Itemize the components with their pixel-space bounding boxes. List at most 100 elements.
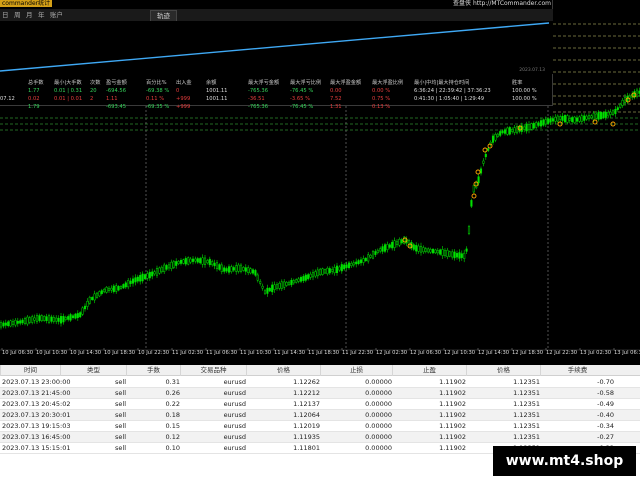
trade-marker[interactable] <box>482 147 488 153</box>
table-cell: 1.12351 <box>513 433 540 441</box>
table-cell: 0.00000 <box>365 400 392 408</box>
stats-value: 1.31 <box>330 104 342 110</box>
candle <box>412 242 415 252</box>
column-header[interactable]: 价格 <box>246 365 320 376</box>
stats-header-cell: 总手数 <box>28 80 44 86</box>
table-cell: eurusd <box>223 444 246 452</box>
candle <box>607 109 610 119</box>
candle <box>182 258 185 265</box>
window-title: commander统计 <box>0 0 53 7</box>
stats-value: -76.45 % <box>290 104 314 110</box>
candle <box>256 272 259 283</box>
menu-month[interactable]: 月 <box>26 10 33 20</box>
candle <box>237 262 240 274</box>
stats-value: -765.36 <box>248 88 269 94</box>
candle <box>110 285 113 294</box>
candle <box>388 242 391 250</box>
stats-value: 0 <box>176 88 180 94</box>
table-row[interactable]: 2023.07.13 20:45:02 sell 0.22 eurusd 1.12137… <box>0 399 640 410</box>
column-header[interactable]: 类型 <box>60 365 126 376</box>
stats-value: 7.52 <box>330 96 342 102</box>
candle <box>244 264 247 275</box>
candle <box>575 115 579 124</box>
candle <box>23 316 27 326</box>
menu-week[interactable]: 周 <box>14 10 21 20</box>
candle <box>376 248 379 255</box>
column-header[interactable]: 价格 <box>466 365 540 376</box>
x-tick-label: 11 Jul 14:30 <box>274 350 305 356</box>
candle <box>199 256 202 265</box>
x-tick-label: 10 Jul 22:30 <box>138 350 169 356</box>
table-row[interactable]: 2023.07.13 20:30:01 sell 0.18 eurusd 1.12064… <box>0 410 640 421</box>
candle <box>249 267 252 275</box>
stats-value: 100.00 % <box>512 88 537 94</box>
candle <box>7 320 10 328</box>
table-cell: eurusd <box>223 411 246 419</box>
table-cell: 0.10 <box>165 444 180 452</box>
candle <box>580 113 583 124</box>
candle <box>403 235 406 245</box>
candle <box>261 283 264 291</box>
x-tick-label: 11 Jul 18:30 <box>308 350 339 356</box>
table-row[interactable]: 2023.07.13 19:15:03 sell 0.15 eurusd 1.12019… <box>0 421 640 432</box>
candle <box>33 314 36 324</box>
brand-link[interactable]: 查盘侠 http://MTCommander.com <box>453 0 551 7</box>
candle <box>494 132 497 143</box>
candle <box>633 89 636 100</box>
column-header[interactable]: 时间 <box>0 365 60 376</box>
candle <box>191 256 195 265</box>
candle <box>583 113 586 124</box>
trade-marker[interactable] <box>471 193 477 199</box>
trade-marker[interactable] <box>475 169 481 175</box>
candle <box>88 295 91 305</box>
candle <box>21 317 24 326</box>
table-cell: sell <box>115 444 126 452</box>
table-row[interactable]: 2023.07.13 16:45:00 sell 0.12 eurusd 1.11935… <box>0 432 640 443</box>
table-cell: -0.34 <box>597 422 614 430</box>
candle <box>247 265 250 276</box>
stats-row: 1.79 -693.45 -69.35 % +999 -765.36 -76.45 % 1.… <box>0 103 553 111</box>
stats-row: 07.12 0.02 0.01 | 0.01 2 1.11 0.11 % +999 1001.… <box>0 95 553 103</box>
menu-year[interactable]: 年 <box>38 10 45 20</box>
table-cell: eurusd <box>223 433 246 441</box>
candle <box>453 249 456 261</box>
candle <box>79 311 82 319</box>
candle <box>525 121 528 134</box>
menu-day[interactable]: 日 <box>2 10 9 20</box>
candle <box>62 313 65 325</box>
column-header[interactable]: 手数 <box>126 365 180 376</box>
candle <box>208 256 211 268</box>
table-cell: 0.31 <box>165 378 180 386</box>
candle <box>59 313 63 327</box>
candle <box>599 110 603 121</box>
column-header[interactable]: 止盈 <box>392 365 466 376</box>
candle <box>28 315 31 325</box>
column-header[interactable]: 手续费 <box>540 365 614 376</box>
table-cell: sell <box>115 411 126 419</box>
table-row[interactable]: 2023.07.13 21:45:00 sell 0.26 eurusd 1.12212… <box>0 388 640 399</box>
table-cell: 1.11902 <box>439 400 466 408</box>
candle <box>499 129 502 138</box>
column-header[interactable]: 止损 <box>320 365 392 376</box>
column-header[interactable]: 交易品种 <box>180 365 246 376</box>
candle <box>309 271 312 280</box>
table-cell: -0.27 <box>597 433 614 441</box>
menu-account[interactable]: 账户 <box>50 10 63 20</box>
candle <box>93 290 96 304</box>
x-tick-label: 11 Jul 06:30 <box>206 350 237 356</box>
candle <box>64 315 67 322</box>
candle <box>9 319 12 328</box>
stats-row: 1.77 0.01 | 0.31 20 -694.56 -69.38 % 0 1001.11… <box>0 87 553 95</box>
candle <box>458 249 461 262</box>
candle <box>362 255 365 266</box>
candle <box>263 289 267 295</box>
candle <box>429 247 432 254</box>
candle <box>26 314 29 327</box>
stats-header-cell: 最小|中均|最大持仓时间 <box>414 80 470 86</box>
candle <box>621 97 624 108</box>
x-tick-label: 12 Jul 22:30 <box>546 350 577 356</box>
stats-value: -765.36 <box>248 104 269 110</box>
candle <box>283 279 286 291</box>
table-row[interactable]: 2023.07.13 23:00:00 sell 0.31 eurusd 1.12262… <box>0 377 640 388</box>
candle <box>364 257 367 262</box>
